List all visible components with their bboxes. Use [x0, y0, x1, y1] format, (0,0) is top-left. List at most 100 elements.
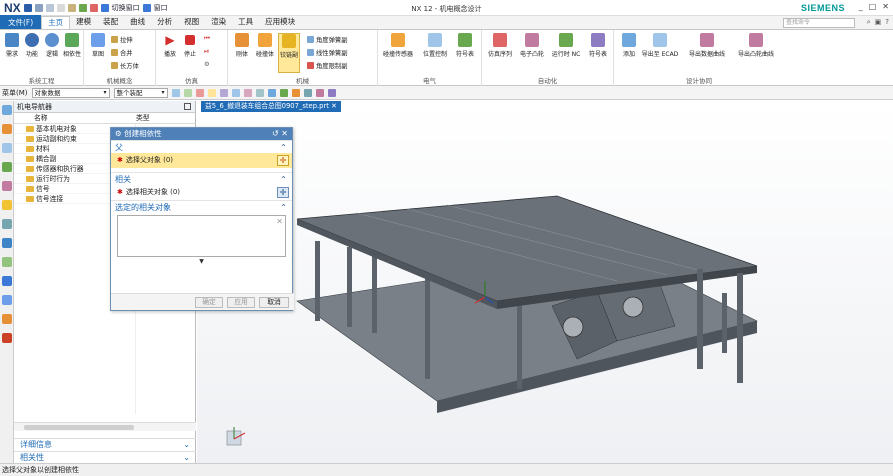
- symbol-table-button[interactable]: 符号表: [586, 33, 610, 58]
- block-button[interactable]: 长方体: [111, 61, 139, 70]
- part-navigator-icon[interactable]: [2, 162, 12, 172]
- tab-tools[interactable]: 工具: [232, 16, 259, 29]
- ribbon-options-icon[interactable]: ▣: [875, 18, 882, 27]
- switch-window-label[interactable]: 切换窗口: [112, 3, 140, 13]
- tab-analysis[interactable]: 分析: [151, 16, 178, 29]
- requirement-button[interactable]: 需求: [1, 33, 23, 58]
- tab-modeling[interactable]: 建模: [70, 16, 97, 29]
- column-type[interactable]: 类型: [136, 113, 150, 124]
- window-label[interactable]: 窗口: [154, 3, 168, 13]
- snap-icon[interactable]: [219, 88, 228, 97]
- export-ecad-button[interactable]: 导出至 ECAD: [640, 33, 680, 58]
- save-icon[interactable]: [23, 3, 32, 12]
- snap-icon[interactable]: [243, 88, 252, 97]
- palette-icon[interactable]: [2, 333, 12, 343]
- view-icon[interactable]: [267, 88, 276, 97]
- electronic-cam-button[interactable]: 电子凸轮: [518, 33, 546, 58]
- type-filter-select[interactable]: 对象数据: [31, 87, 110, 98]
- switch-window-icon[interactable]: [100, 3, 109, 12]
- rigid-body-button[interactable]: 刚体: [231, 33, 253, 58]
- maximize-icon[interactable]: [184, 103, 191, 110]
- select-object-icon[interactable]: ✛: [277, 187, 289, 198]
- tab-applications[interactable]: 应用模块: [259, 16, 301, 29]
- unite-button[interactable]: 合并: [111, 48, 133, 57]
- sketch-button[interactable]: 草图: [87, 33, 109, 58]
- step-icon[interactable]: ⏯: [204, 48, 209, 56]
- sequence-editor-icon[interactable]: [2, 181, 12, 191]
- close-icon[interactable]: ✕: [882, 2, 889, 11]
- minimize-icon[interactable]: _: [859, 2, 863, 11]
- undo-icon[interactable]: [34, 3, 43, 12]
- extrude-button[interactable]: 拉伸: [111, 35, 133, 44]
- view-icon[interactable]: [279, 88, 288, 97]
- reuse-library-icon[interactable]: [2, 200, 12, 210]
- angular-spring-joint-button[interactable]: 角度弹簧副: [307, 35, 347, 44]
- snap-icon[interactable]: [207, 88, 216, 97]
- signal-table-button[interactable]: 符号表: [454, 33, 476, 58]
- speed-icon[interactable]: ⚙: [204, 61, 210, 68]
- collision-body-button[interactable]: 碰撞体: [254, 33, 276, 58]
- select-parent-row[interactable]: ✱ 选择父对象 (0) ✛: [111, 153, 292, 168]
- selected-related-list[interactable]: ✕: [117, 215, 286, 257]
- dependency-button[interactable]: 相依性: [61, 33, 83, 58]
- snap-icon[interactable]: [231, 88, 240, 97]
- stop-button[interactable]: 停止: [179, 33, 201, 58]
- tab-file[interactable]: 文件(F): [0, 15, 42, 29]
- horizontal-scrollbar[interactable]: [14, 422, 196, 431]
- system-scenes-icon[interactable]: [2, 276, 12, 286]
- select-object-icon[interactable]: ✛: [277, 155, 289, 166]
- export-cam-curve-button[interactable]: 导出凸轮曲线: [732, 33, 780, 58]
- runtime-nc-button[interactable]: 运行时 NC: [550, 33, 582, 58]
- snap-icon[interactable]: [255, 88, 264, 97]
- command-search-input[interactable]: 查找命令: [783, 18, 855, 28]
- window-icon[interactable]: [142, 3, 151, 12]
- export-data-curve-button[interactable]: 导出数据曲线: [684, 33, 730, 58]
- paste-icon[interactable]: [67, 3, 76, 12]
- gear-icon[interactable]: [78, 3, 87, 12]
- expand-dialog-icon[interactable]: ▼: [111, 257, 292, 266]
- sim-sequence-button[interactable]: 仿真序列: [486, 33, 514, 58]
- angular-limit-joint-button[interactable]: 角度限制副: [307, 61, 347, 70]
- mechatronics-navigator-icon[interactable]: [2, 105, 12, 115]
- roles-icon[interactable]: [2, 314, 12, 324]
- tab-curve[interactable]: 曲线: [124, 16, 151, 29]
- view-icon[interactable]: [303, 88, 312, 97]
- search-icon[interactable]: ⌕: [867, 18, 871, 27]
- function-button[interactable]: 功能: [21, 33, 43, 58]
- snap-icon[interactable]: [183, 88, 192, 97]
- dependencies-panel-header[interactable]: 相关性 ⌄: [14, 451, 196, 463]
- tab-home[interactable]: 主页: [41, 16, 71, 29]
- tab-view[interactable]: 视图: [178, 16, 205, 29]
- web-browser-icon[interactable]: [2, 238, 12, 248]
- sim-icon[interactable]: [89, 3, 98, 12]
- scroll-thumb[interactable]: [24, 425, 134, 430]
- play-button[interactable]: ▶ 播放: [159, 33, 181, 58]
- hd3d-tools-icon[interactable]: [2, 219, 12, 229]
- cancel-button[interactable]: 取消: [259, 297, 289, 308]
- parent-section-header[interactable]: 父 ⌃: [111, 140, 292, 153]
- ok-button[interactable]: 确定: [195, 297, 223, 308]
- position-control-button[interactable]: 位置控制: [420, 33, 450, 58]
- selected-related-section-header[interactable]: 选定的相关对象 ⌃: [111, 200, 292, 213]
- rewind-icon[interactable]: ⏮: [204, 35, 210, 43]
- linear-spring-joint-button[interactable]: 线性弹簧副: [307, 48, 347, 57]
- remove-icon[interactable]: ✕: [276, 217, 283, 226]
- reset-icon[interactable]: ↺: [272, 129, 279, 138]
- snap-icon[interactable]: [171, 88, 180, 97]
- history-icon[interactable]: [2, 257, 12, 267]
- collision-sensor-button[interactable]: 碰撞传感器: [382, 33, 414, 58]
- help-icon[interactable]: ?: [885, 18, 889, 27]
- close-icon[interactable]: ✕: [281, 129, 288, 138]
- selection-scope-select[interactable]: 整个装配: [113, 87, 168, 98]
- tab-assembly[interactable]: 装配: [97, 16, 124, 29]
- column-name[interactable]: 名称: [34, 113, 48, 124]
- details-panel-header[interactable]: 详细信息 ⌄: [14, 438, 196, 450]
- constraint-navigator-icon[interactable]: [2, 143, 12, 153]
- snap-icon[interactable]: [195, 88, 204, 97]
- tab-render[interactable]: 渲染: [205, 16, 232, 29]
- related-section-header[interactable]: 相关 ⌃: [111, 172, 292, 185]
- hinge-joint-button[interactable]: 铰链副: [278, 33, 300, 73]
- logic-button[interactable]: 逻辑: [41, 33, 63, 58]
- collapse-icon[interactable]: ⌃: [280, 201, 287, 214]
- redo-icon[interactable]: [45, 3, 54, 12]
